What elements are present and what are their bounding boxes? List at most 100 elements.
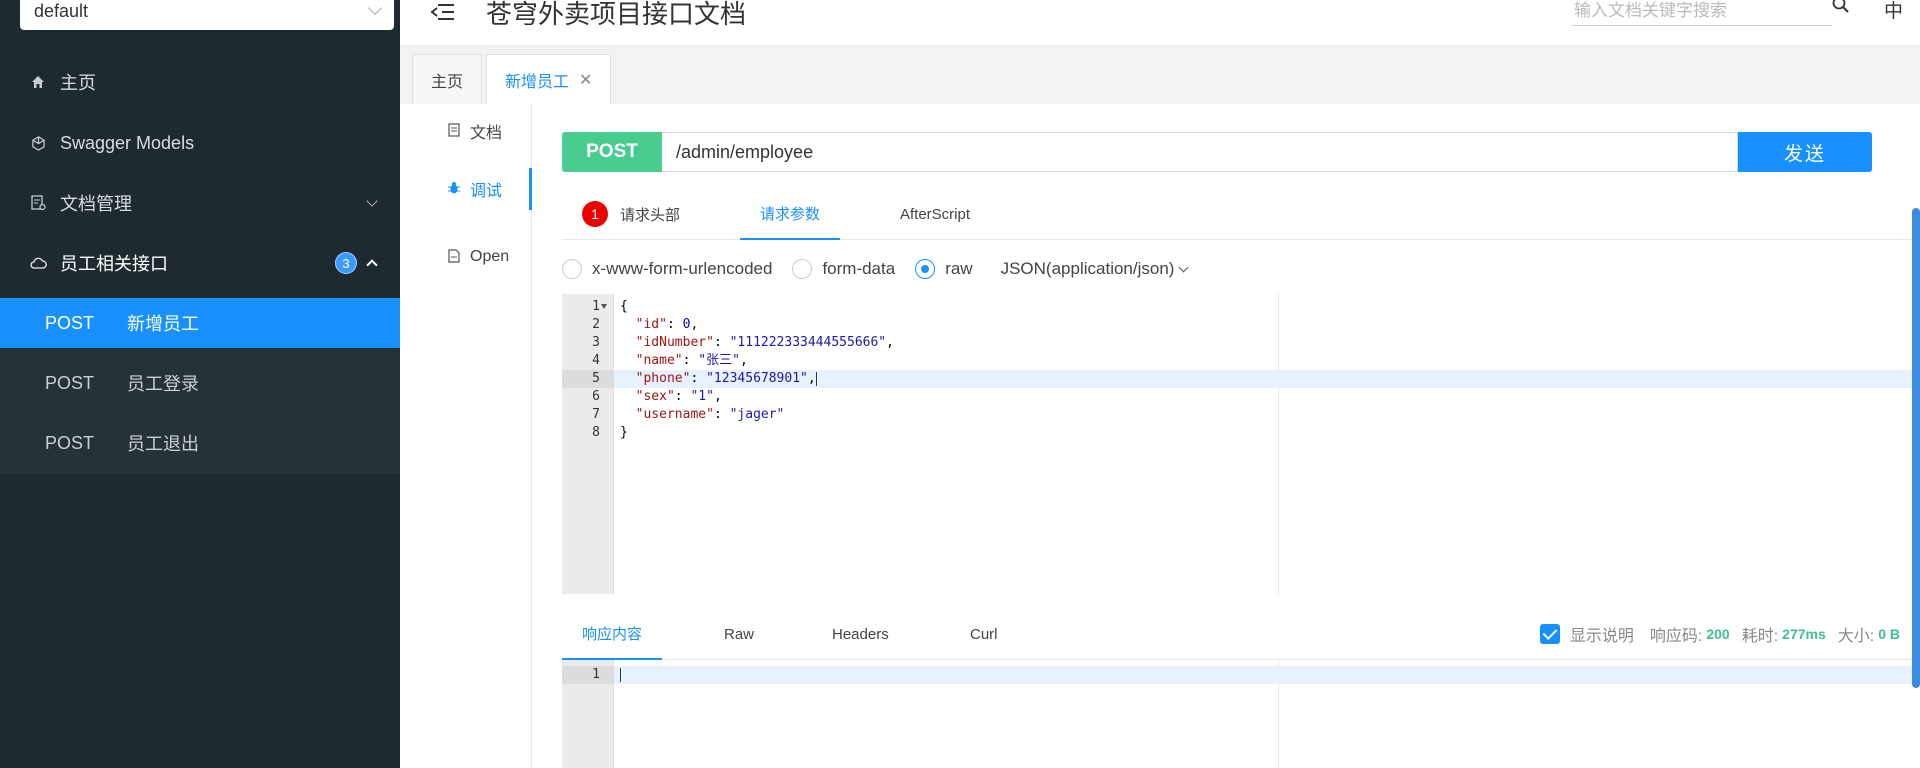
show-desc-label: 显示说明 (1569, 628, 1634, 645)
code-line: 8 } (592, 425, 628, 440)
code-line: 4 "name": "张三", (592, 353, 748, 368)
sidebar-subitem-add-employee[interactable]: POST 新增员工 (0, 298, 400, 348)
method-label: POST (45, 372, 95, 393)
vnav-doc[interactable]: 文档 (400, 106, 532, 156)
response-tabs: 响应内容 Raw Headers Curl 显示说明 响应码: 200 耗时: … (562, 608, 1920, 660)
sidebar-item-label: Swagger Models (60, 132, 195, 153)
tab-label: Curl (970, 625, 998, 643)
tab-request-params[interactable]: 请求参数 (740, 188, 841, 240)
radio-circle (792, 259, 813, 279)
menu-fold-icon[interactable] (430, 0, 454, 28)
sidebar-item-employee-api[interactable]: 员工相关接口 3 (0, 238, 400, 288)
response-info: 显示说明 响应码: 200 耗时: 277ms 大小: 0 B (1539, 608, 1900, 660)
request-tabs: 1 请求头部 请求参数 AfterScript (562, 188, 1920, 240)
vnav-label: 调试 (470, 183, 503, 200)
code-label: 响应码: (1649, 628, 1703, 645)
send-button[interactable]: 发送 (1738, 132, 1872, 172)
radio-urlencoded[interactable]: x-www-form-urlencoded (562, 259, 772, 279)
search-icon[interactable] (1832, 0, 1850, 20)
tab-add-employee[interactable]: 新增员工 ✕ (486, 54, 612, 104)
request-body-editor[interactable]: 1 { 2 "id": 0, 3 "idNumber": "1112223334… (562, 294, 1920, 594)
language-switch[interactable]: 中 (1884, 0, 1903, 23)
size-value: 0 B (1878, 626, 1900, 642)
vnav-label: 文档 (470, 125, 503, 142)
scrollbar[interactable] (1912, 208, 1920, 688)
radio-label: form-data (822, 259, 896, 278)
fold-icon[interactable] (601, 304, 607, 309)
chevron-down-icon (367, 0, 383, 16)
header-count-badge: 1 (582, 201, 608, 227)
method-label: POST (45, 432, 95, 453)
tab-response-headers[interactable]: Headers (832, 608, 889, 660)
tab-response-curl[interactable]: Curl (970, 608, 998, 660)
vertical-nav: 文档 调试 Open (400, 104, 532, 768)
sidebar-item-swagger-models[interactable]: Swagger Models (0, 118, 400, 168)
chevron-up-icon (366, 259, 378, 271)
code-line: 3 "idNumber": "111222333444555666", (592, 335, 894, 350)
sidebar-item-label: 文档管理 (60, 194, 132, 214)
sidebar-item-doc-management[interactable]: 文档管理 (0, 178, 400, 228)
cube-icon (28, 133, 48, 153)
sidebar-item-home[interactable]: 主页 (0, 57, 400, 107)
home-icon (28, 72, 48, 92)
request-url-bar: POST /admin/employee 发送 (562, 132, 1872, 172)
close-icon[interactable]: ✕ (579, 70, 592, 90)
group-select[interactable]: default (20, 0, 394, 30)
tab-afterscript[interactable]: AfterScript (900, 188, 970, 240)
tab-response-content[interactable]: 响应内容 (562, 608, 663, 660)
vnav-open[interactable]: Open (400, 232, 532, 282)
page-title: 苍穹外卖项目接口文档 (486, 0, 747, 29)
sidebar-subitem-employee-login[interactable]: POST 员工登录 (0, 358, 400, 408)
subitem-label: 员工登录 (127, 374, 199, 394)
code-line: 7 "username": "jager" (592, 407, 785, 422)
document-settings-icon (28, 193, 48, 213)
tab-bar: 主页 新增员工 ✕ (400, 46, 1920, 104)
tab-label: 新增员工 (505, 73, 570, 91)
debug-panel: POST /admin/employee 发送 1 请求头部 请求参数 Afte… (562, 104, 1920, 768)
tab-label: 响应内容 (582, 625, 643, 643)
chevron-down-icon (1179, 262, 1189, 272)
group-select-value: default (34, 0, 89, 21)
vnav-debug[interactable]: 调试 (400, 168, 532, 210)
sidebar-subitem-employee-logout[interactable]: POST 员工退出 (0, 418, 400, 468)
count-badge: 3 (335, 252, 357, 274)
size-label: 大小: (1837, 628, 1875, 645)
tab-label: 请求参数 (760, 205, 821, 223)
radio-label: x-www-form-urlencoded (592, 259, 773, 278)
tab-label: Headers (832, 625, 889, 643)
tab-home[interactable]: 主页 (412, 54, 483, 104)
cloud-icon (28, 253, 48, 273)
subitem-label: 员工退出 (127, 434, 199, 454)
submenu: POST 新增员工 POST 员工登录 POST 员工退出 (0, 298, 400, 473)
radio-raw[interactable]: raw (915, 259, 973, 279)
url-input[interactable]: /admin/employee (662, 132, 1738, 172)
bug-icon (446, 181, 462, 198)
chevron-down-icon (366, 195, 378, 207)
content-type-value: JSON(application/json) (1000, 259, 1175, 278)
vnav-label: Open (470, 248, 510, 265)
radio-circle (562, 259, 582, 279)
code-line-current: 5 "phone": "12345678901", (562, 370, 1920, 388)
response-editor[interactable]: 1 (562, 660, 1920, 768)
radio-form-data[interactable]: form-data (792, 259, 895, 279)
subitem-label: 新增员工 (127, 314, 199, 334)
code-line: 2 "id": 0, (592, 317, 699, 332)
show-desc-checkbox[interactable] (1539, 624, 1560, 644)
scrollbar-thumb[interactable] (1912, 208, 1920, 688)
document-icon (446, 122, 462, 140)
tab-label: 主页 (431, 73, 464, 91)
tab-response-raw[interactable]: Raw (724, 608, 754, 660)
search-input[interactable]: 输入文档关键字搜索 (1572, 0, 1832, 26)
tab-label: Raw (724, 625, 755, 643)
tab-label: AfterScript (900, 205, 971, 223)
main-content: 文档 调试 Open POST /admin/employee 发送 1 请求头… (400, 104, 1920, 768)
content-type-select[interactable]: JSON(application/json) (1000, 259, 1189, 279)
time-label: 耗时: (1741, 628, 1779, 645)
sidebar-item-label: 员工相关接口 (60, 254, 168, 274)
sidebar-item-label: 主页 (60, 73, 96, 93)
body-type-radios: x-www-form-urlencoded form-data raw JSON… (562, 254, 1189, 284)
header: 苍穹外卖项目接口文档 输入文档关键字搜索 中 (400, 0, 1920, 46)
radio-circle-checked (915, 259, 936, 279)
method-label: POST (45, 312, 95, 333)
tab-request-headers[interactable]: 1 请求头部 (582, 188, 680, 240)
